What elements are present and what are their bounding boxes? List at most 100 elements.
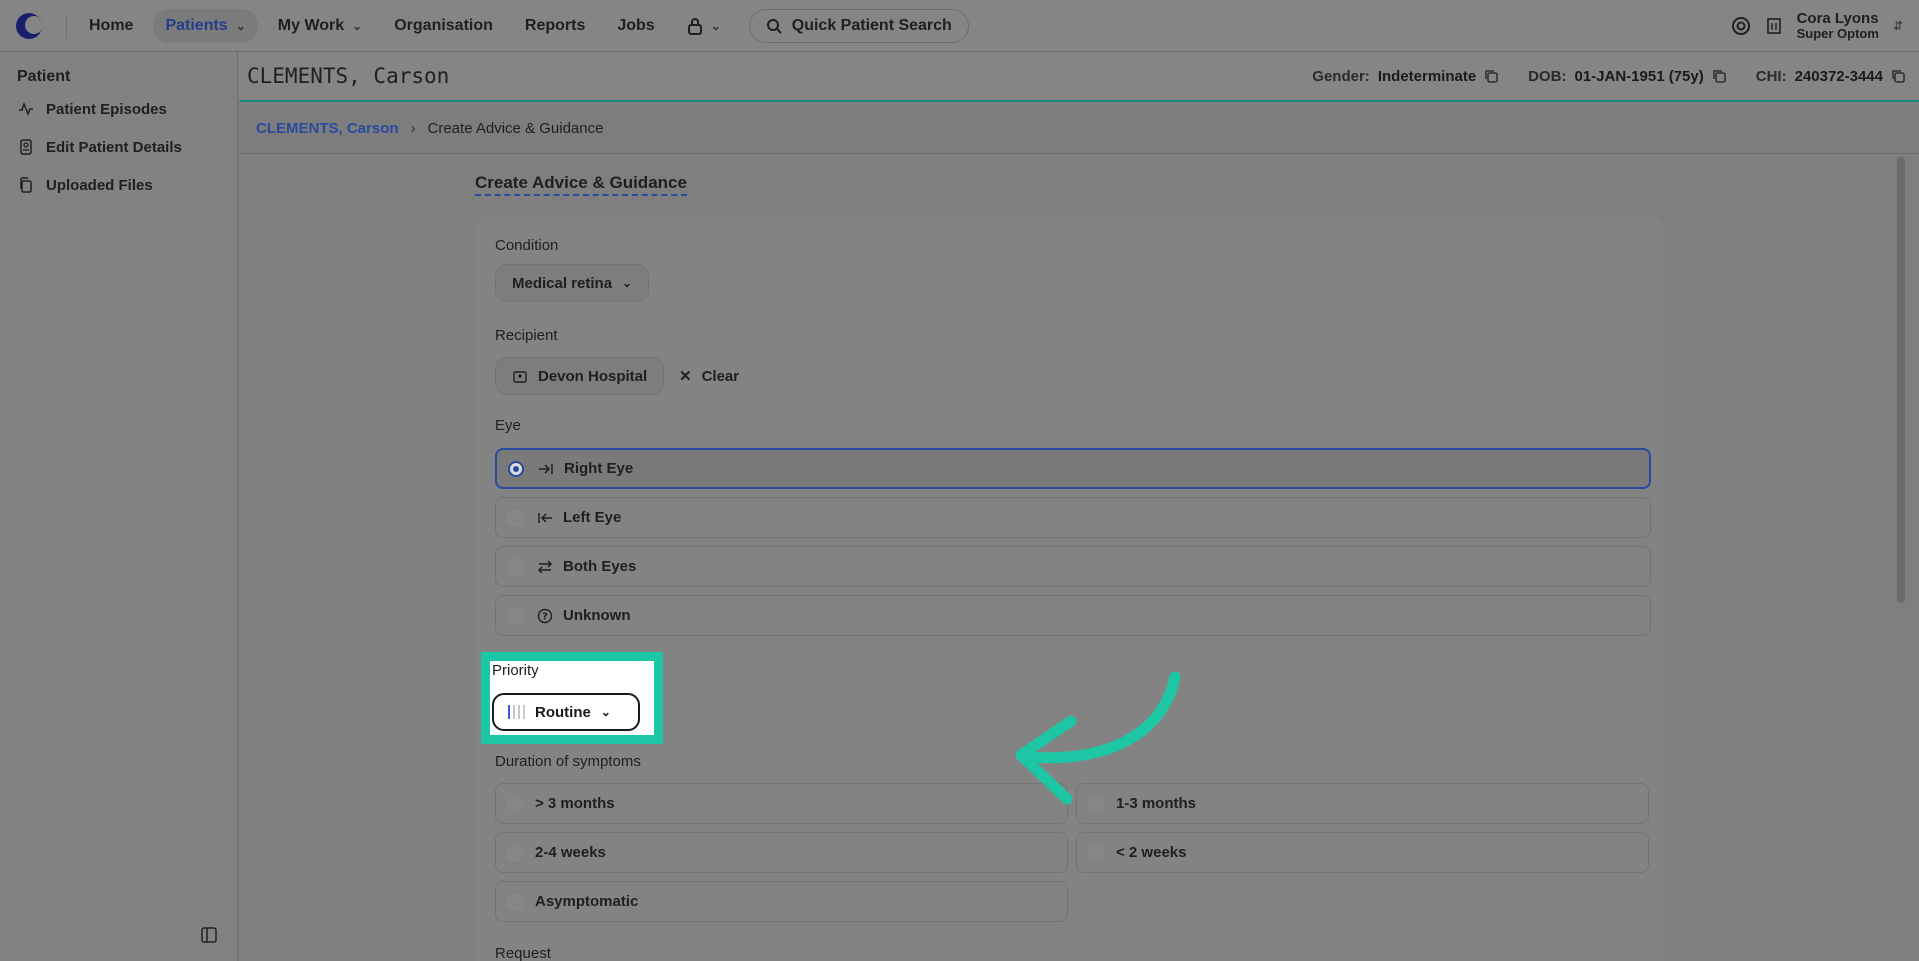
sidebar-item-patient-episodes[interactable]: Patient Episodes (0, 90, 237, 128)
nav-organisation-label: Organisation (394, 16, 493, 34)
copy-icon[interactable] (1712, 69, 1726, 83)
sidebar-item-edit-patient-details[interactable]: Edit Patient Details (0, 128, 237, 166)
duration-option[interactable]: 2-4 weeks (495, 832, 1068, 873)
patient-name: CLEMENTS, Carson (247, 64, 450, 88)
annotation-arrow-icon (1015, 671, 1181, 805)
nav-jobs[interactable]: Jobs (605, 9, 666, 43)
recipient-button[interactable]: Devon Hospital (495, 357, 665, 395)
priority-label: Priority (492, 662, 539, 679)
chevron-down-icon: ⌄ (352, 18, 363, 33)
patient-header: CLEMENTS, Carson Gender: Indeterminate D… (239, 52, 1919, 102)
question-circle-icon: ? (537, 608, 553, 624)
duration-option-label: Asymptomatic (535, 893, 639, 910)
radio-icon (507, 509, 523, 526)
sidebar-collapse-button[interactable] (200, 926, 218, 949)
page-title: Create Advice & Guidance (475, 173, 687, 196)
nav-divider (66, 13, 67, 38)
sidebar-item-label: Edit Patient Details (46, 138, 182, 156)
condition-select[interactable]: Medical retina ⌄ (495, 264, 650, 302)
eye-label: Eye (495, 417, 521, 434)
duration-option[interactable]: > 3 months (495, 783, 1068, 824)
radio-selected-icon (508, 460, 524, 477)
dob-field: DOB: 01-JAN-1951 (75y) (1528, 68, 1726, 85)
chevron-updown-icon[interactable]: ⇵ (1893, 19, 1903, 33)
duration-option-label: > 3 months (535, 795, 615, 812)
radio-icon (507, 607, 523, 624)
chevron-down-icon: ⌄ (600, 705, 611, 719)
lock-icon (687, 17, 702, 35)
id-card-icon (20, 139, 32, 155)
eye-option-right[interactable]: Right Eye (495, 448, 1651, 489)
copy-icon[interactable] (1891, 69, 1905, 83)
nav-home[interactable]: Home (77, 9, 145, 43)
condition-value: Medical retina (512, 274, 613, 292)
clear-label: Clear (701, 367, 740, 385)
app-logo-icon[interactable] (16, 12, 42, 39)
nav-reports[interactable]: Reports (513, 9, 597, 43)
arrow-right-to-line-icon (538, 462, 554, 476)
priority-value: Routine (535, 703, 591, 721)
radio-icon (507, 795, 523, 812)
nav-reports-label: Reports (524, 16, 586, 34)
duration-option-label: 2-4 weeks (535, 844, 606, 861)
clear-recipient-button[interactable]: ✕ Clear (679, 357, 739, 395)
activity-icon (19, 101, 33, 117)
sidebar-item-uploaded-files[interactable]: Uploaded Files (0, 166, 237, 204)
hospital-icon (513, 371, 527, 383)
quick-patient-search[interactable]: Quick Patient Search (748, 8, 969, 43)
chi-value: 240372-3444 (1794, 67, 1883, 85)
close-icon: ✕ (679, 368, 692, 385)
nav-patients[interactable]: Patients ⌄ (153, 8, 258, 43)
main-content: Create Advice & Guidance Condition Medic… (239, 155, 1907, 961)
nav-my-work[interactable]: My Work ⌄ (266, 9, 374, 43)
scrollbar[interactable] (1897, 157, 1905, 603)
nav-lock-menu[interactable]: ⌄ (675, 9, 733, 43)
gender-field: Gender: Indeterminate (1312, 68, 1498, 85)
request-label: Request (495, 945, 551, 961)
building-icon[interactable] (1765, 17, 1783, 35)
priority-select[interactable]: Routine ⌄ (492, 693, 640, 731)
search-label: Quick Patient Search (791, 16, 952, 34)
help-lifebuoy-icon[interactable] (1731, 16, 1751, 36)
radio-icon (1088, 844, 1104, 861)
arrow-left-to-line-icon (537, 511, 553, 525)
dob-label: DOB: (1528, 67, 1567, 85)
priority-highlight: Priority Routine ⌄ (481, 652, 663, 744)
eye-option-label: Both Eyes (563, 558, 637, 575)
priority-level-icon (508, 705, 525, 719)
duration-option[interactable]: Asymptomatic (495, 881, 1068, 922)
nav-home-label: Home (89, 16, 134, 34)
nav-patients-label: Patients (165, 16, 228, 34)
breadcrumb: CLEMENTS, Carson › Create Advice & Guida… (239, 104, 1919, 154)
eye-option-both[interactable]: Both Eyes (495, 546, 1651, 587)
sidebar: Patient Patient Episodes Edit Patient De… (0, 52, 238, 961)
copy-icon[interactable] (1484, 69, 1498, 83)
radio-icon (507, 558, 523, 575)
user-role: Super Optom (1796, 26, 1879, 42)
eye-option-unknown[interactable]: ? Unknown (495, 595, 1651, 636)
duration-option-label: < 2 weeks (1116, 844, 1187, 861)
sidebar-item-label: Uploaded Files (46, 176, 153, 194)
nav-jobs-label: Jobs (617, 16, 655, 34)
chi-label: CHI: (1755, 67, 1787, 85)
user-menu[interactable]: Cora Lyons Super Optom (1797, 10, 1879, 42)
condition-label: Condition (495, 237, 559, 254)
chevron-down-icon: ⌄ (622, 276, 633, 290)
user-name: Cora Lyons (1796, 9, 1879, 27)
nav-my-work-label: My Work (277, 16, 345, 34)
patient-demographics: Gender: Indeterminate DOB: 01-JAN-1951 (… (1312, 68, 1905, 85)
duration-option[interactable]: < 2 weeks (1076, 832, 1649, 873)
eye-option-label: Left Eye (563, 509, 622, 526)
eye-option-left[interactable]: Left Eye (495, 497, 1651, 538)
search-icon (766, 18, 782, 34)
chevron-down-icon: ⌄ (235, 18, 246, 33)
eye-option-label: Unknown (563, 607, 631, 624)
eye-option-label: Right Eye (564, 460, 634, 477)
files-icon (20, 177, 32, 193)
form-card: Condition Medical retina ⌄ Recipient Dev… (475, 215, 1665, 961)
duration-label: Duration of symptoms (495, 753, 641, 770)
breadcrumb-patient-link[interactable]: CLEMENTS, Carson (256, 120, 399, 137)
sidebar-toggle-icon (201, 927, 217, 943)
nav-organisation[interactable]: Organisation (382, 9, 505, 43)
sidebar-title: Patient (17, 68, 71, 85)
